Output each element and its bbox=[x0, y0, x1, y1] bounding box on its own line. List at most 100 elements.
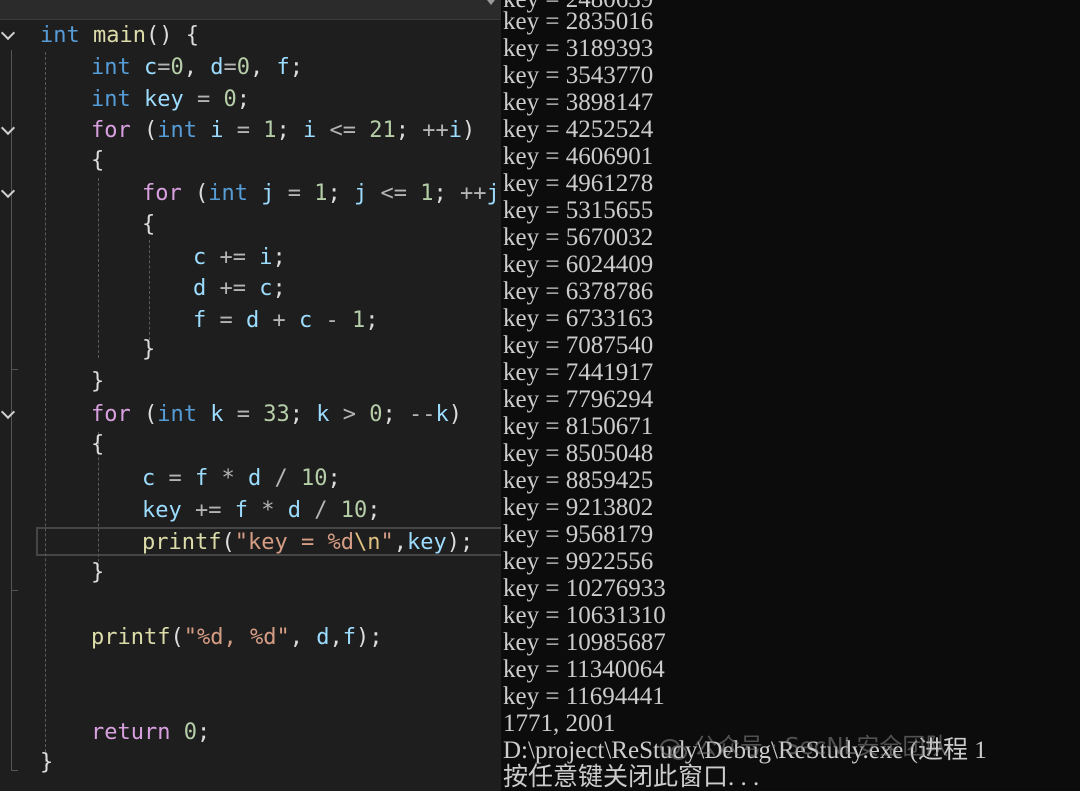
code-line[interactable] bbox=[0, 686, 501, 717]
code-line[interactable] bbox=[0, 654, 501, 685]
code-token: 0 bbox=[183, 720, 197, 745]
code-line[interactable]: int main() { bbox=[0, 20, 501, 51]
code-token: "%d, %d" bbox=[183, 625, 290, 650]
code-token: ; bbox=[395, 118, 423, 143]
code-line[interactable]: } bbox=[0, 557, 501, 588]
fold-chevron-icon[interactable] bbox=[2, 187, 12, 197]
code-token: 1 bbox=[420, 181, 434, 206]
code-token: f bbox=[234, 498, 248, 523]
code-line[interactable]: c += i; bbox=[0, 242, 501, 273]
console-line: key = 4961278 bbox=[503, 170, 654, 197]
fold-chevron-icon[interactable] bbox=[2, 408, 12, 418]
console-line: key = 7796294 bbox=[503, 386, 654, 413]
code-line[interactable] bbox=[0, 590, 501, 621]
code-line[interactable]: for (int i = 1; i <= 21; ++i) bbox=[0, 115, 501, 146]
code-token: d bbox=[248, 466, 262, 491]
code-token: = bbox=[223, 402, 264, 427]
code-token: ; bbox=[196, 720, 211, 745]
code-line[interactable]: } bbox=[0, 747, 501, 778]
code-token: ; bbox=[367, 498, 381, 523]
code-token: ; bbox=[289, 402, 317, 427]
console-line: key = 3189393 bbox=[503, 35, 654, 62]
code-token: printf bbox=[142, 530, 222, 555]
console-line: key = 6378786 bbox=[503, 278, 654, 305]
code-token: d bbox=[316, 625, 330, 650]
code-line[interactable]: } bbox=[0, 366, 501, 397]
code-token: , bbox=[329, 625, 343, 650]
code-token: for bbox=[91, 402, 131, 427]
code-token: ; bbox=[327, 466, 341, 491]
code-token: k bbox=[210, 402, 224, 427]
code-token: c bbox=[142, 466, 156, 491]
code-token: += bbox=[181, 498, 235, 523]
code-token: i bbox=[303, 118, 317, 143]
code-token: , bbox=[289, 625, 317, 650]
code-token: = bbox=[157, 55, 171, 80]
editor-tab-strip bbox=[0, 0, 501, 20]
code-token: , bbox=[393, 530, 407, 555]
code-token: int bbox=[40, 23, 80, 48]
code-line[interactable]: { bbox=[0, 429, 501, 460]
code-line[interactable]: } bbox=[0, 334, 501, 365]
watermark-text: 公众号 · SecNL安全团队 bbox=[694, 734, 949, 760]
code-line[interactable]: { bbox=[0, 209, 501, 240]
code-token: / bbox=[300, 498, 341, 523]
fold-chevron-icon[interactable] bbox=[2, 29, 12, 39]
code-token: k bbox=[316, 402, 330, 427]
code-line[interactable]: { bbox=[0, 145, 501, 176]
code-token: = bbox=[183, 87, 224, 112]
code-line[interactable]: int key = 0; bbox=[0, 84, 501, 115]
code-line[interactable]: printf("%d, %d", d,f); bbox=[0, 622, 501, 653]
code-token: } bbox=[40, 750, 54, 775]
code-token: ( bbox=[170, 625, 184, 650]
code-token: - bbox=[312, 308, 352, 333]
code-editor[interactable]: int main() { int c=0, d=0, f; int key = … bbox=[0, 0, 501, 791]
code-token: * bbox=[247, 498, 288, 523]
code-token: d bbox=[287, 498, 301, 523]
code-line[interactable]: for (int j = 1; j <= 1; ++j) bbox=[0, 178, 501, 209]
code-token: d bbox=[246, 308, 260, 333]
code-token: return bbox=[91, 720, 171, 745]
code-line[interactable]: d += c; bbox=[0, 273, 501, 304]
console-output[interactable]: key = 2480639 key = 2835016 key = 318939… bbox=[501, 0, 1080, 791]
chevron-down-icon[interactable] bbox=[487, 0, 495, 5]
code-line[interactable]: return 0; bbox=[0, 717, 501, 748]
code-token: = bbox=[223, 55, 237, 80]
code-line[interactable]: f = d + c - 1; bbox=[0, 305, 501, 336]
code-token: <= bbox=[316, 118, 370, 143]
code-token: ; bbox=[276, 118, 303, 143]
console-line: key = 11694441 bbox=[503, 683, 665, 710]
console-line: key = 11340064 bbox=[503, 656, 665, 683]
code-line[interactable]: c = f * d / 10; bbox=[0, 463, 501, 494]
code-token: , bbox=[183, 55, 211, 80]
code-token: } bbox=[91, 369, 105, 394]
code-token: , bbox=[250, 55, 277, 80]
code-token: 0 bbox=[236, 55, 250, 80]
code-token: ) bbox=[448, 402, 462, 427]
console-line: key = 8859425 bbox=[503, 467, 654, 494]
code-token: <= bbox=[367, 181, 421, 206]
code-token: f bbox=[342, 625, 356, 650]
code-token: 1 bbox=[352, 308, 366, 333]
console-result-line: 1771, 2001 bbox=[503, 710, 616, 737]
wechat-icon bbox=[660, 737, 687, 760]
code-line[interactable]: int c=0, d=0, f; bbox=[0, 52, 501, 83]
code-token: i bbox=[448, 118, 462, 143]
code-line-current[interactable]: printf("key = %d\n",key); bbox=[0, 527, 501, 558]
code-token: ( bbox=[221, 530, 235, 555]
code-token: ; bbox=[327, 181, 354, 206]
code-line[interactable]: for (int k = 33; k > 0; --k) bbox=[0, 399, 501, 430]
console-line: key = 7441917 bbox=[503, 359, 654, 386]
code-token: ; bbox=[365, 308, 379, 333]
code-token: int bbox=[91, 55, 131, 80]
console-line: key = 8150671 bbox=[503, 413, 654, 440]
fold-chevron-icon[interactable] bbox=[2, 124, 12, 134]
console-line: key = 4252524 bbox=[503, 116, 654, 143]
code-line[interactable]: key += f * d / 10; bbox=[0, 495, 501, 526]
code-token: c bbox=[144, 55, 158, 80]
